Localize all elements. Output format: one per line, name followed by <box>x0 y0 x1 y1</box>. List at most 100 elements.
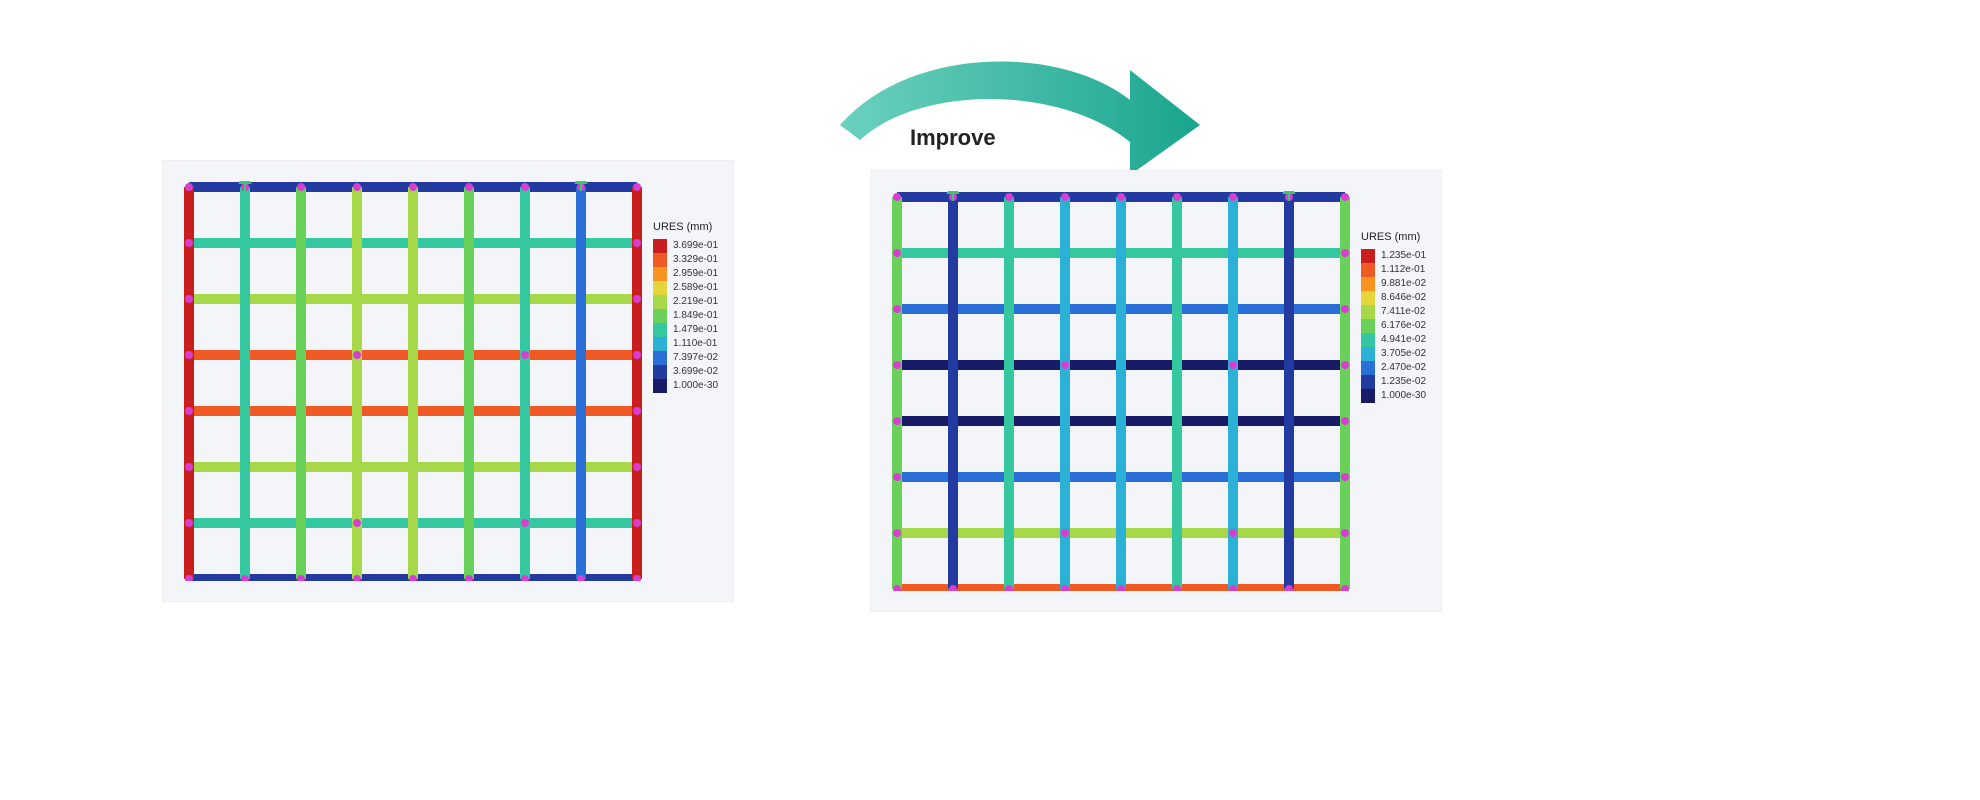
legend-row: 8.646e-02 <box>1361 291 1426 305</box>
legend-value: 3.699e-02 <box>673 365 718 379</box>
legend-swatch <box>653 351 667 365</box>
node-marker <box>185 463 193 471</box>
v-beam <box>1004 197 1014 589</box>
legend-swatch <box>1361 347 1375 361</box>
legend-value: 6.176e-02 <box>1381 319 1426 333</box>
legend-value: 1.000e-30 <box>673 379 718 393</box>
legend-value: 3.705e-02 <box>1381 347 1426 361</box>
panel-after: URES (mm) 1.235e-011.112e-019.881e-028.6… <box>870 170 1442 612</box>
legend-row: 1.479e-01 <box>653 323 718 337</box>
legend-before: URES (mm) 3.699e-013.329e-012.959e-012.5… <box>653 221 718 393</box>
legend-value: 1.112e-01 <box>1381 263 1425 277</box>
legend-swatch <box>653 337 667 351</box>
node-marker <box>1341 417 1349 425</box>
legend-swatch <box>1361 291 1375 305</box>
node-marker <box>353 519 361 527</box>
legend-swatch <box>653 267 667 281</box>
node-marker <box>893 417 901 425</box>
legend-row: 1.000e-30 <box>1361 389 1426 403</box>
node-marker <box>1341 473 1349 481</box>
node-marker <box>1173 193 1181 201</box>
legend-swatch <box>653 253 667 267</box>
node-marker <box>893 305 901 313</box>
legend-value: 8.646e-02 <box>1381 291 1426 305</box>
stage: Improve URES (mm) 3.699e-013.329e-012.95… <box>0 0 1980 800</box>
legend-value: 2.589e-01 <box>673 281 718 295</box>
v-beam <box>1284 197 1294 589</box>
node-marker <box>893 249 901 257</box>
legend-value: 9.881e-02 <box>1381 277 1426 291</box>
node-marker <box>185 407 193 415</box>
node-marker <box>893 529 901 537</box>
node-marker <box>1341 361 1349 369</box>
legend-swatch <box>653 379 667 393</box>
v-beam <box>948 197 958 589</box>
improve-arrow: Improve <box>820 30 1210 170</box>
node-marker <box>409 183 417 191</box>
legend-row: 1.000e-30 <box>653 379 718 393</box>
node-marker <box>893 361 901 369</box>
node-marker <box>893 473 901 481</box>
legend-swatch <box>1361 249 1375 263</box>
v-beam <box>464 187 474 579</box>
legend-row: 3.699e-01 <box>653 239 718 253</box>
v-beam <box>296 187 306 579</box>
node-marker <box>1005 193 1013 201</box>
legend-row: 3.699e-02 <box>653 365 718 379</box>
node-marker <box>353 183 361 191</box>
legend-row: 7.397e-02 <box>653 351 718 365</box>
legend-swatch <box>1361 389 1375 403</box>
legend-swatch <box>1361 375 1375 389</box>
node-marker <box>1341 193 1349 201</box>
node-marker <box>633 463 641 471</box>
legend-value: 1.235e-02 <box>1381 375 1426 389</box>
legend-value: 1.235e-01 <box>1381 249 1426 263</box>
legend-swatch <box>1361 263 1375 277</box>
node-marker <box>1117 193 1125 201</box>
node-marker <box>633 239 641 247</box>
fea-grid-before <box>183 181 643 581</box>
legend-swatch <box>653 239 667 253</box>
node-marker <box>521 519 529 527</box>
arrow-icon <box>820 30 1210 170</box>
legend-swatch <box>1361 361 1375 375</box>
node-marker <box>893 193 901 201</box>
legend-entries: 1.235e-011.112e-019.881e-028.646e-027.41… <box>1361 249 1426 403</box>
node-marker <box>633 295 641 303</box>
legend-swatch <box>653 281 667 295</box>
node-marker <box>521 351 529 359</box>
node-marker <box>521 183 529 191</box>
panel-before: URES (mm) 3.699e-013.329e-012.959e-012.5… <box>162 160 734 602</box>
legend-value: 4.941e-02 <box>1381 333 1426 347</box>
legend-row: 4.941e-02 <box>1361 333 1426 347</box>
legend-value: 1.000e-30 <box>1381 389 1426 403</box>
legend-value: 3.699e-01 <box>673 239 718 253</box>
node-marker <box>1061 529 1069 537</box>
node-marker <box>1229 361 1237 369</box>
legend-row: 6.176e-02 <box>1361 319 1426 333</box>
legend-swatch <box>653 323 667 337</box>
legend-after: URES (mm) 1.235e-011.112e-019.881e-028.6… <box>1361 231 1426 403</box>
legend-row: 3.329e-01 <box>653 253 718 267</box>
legend-value: 2.470e-02 <box>1381 361 1426 375</box>
v-beam <box>1172 197 1182 589</box>
legend-row: 2.219e-01 <box>653 295 718 309</box>
legend-row: 7.411e-02 <box>1361 305 1426 319</box>
node-marker <box>633 351 641 359</box>
legend-row: 9.881e-02 <box>1361 277 1426 291</box>
node-marker <box>633 183 641 191</box>
legend-value: 1.479e-01 <box>673 323 718 337</box>
node-marker <box>185 239 193 247</box>
legend-swatch <box>1361 333 1375 347</box>
legend-title: URES (mm) <box>1361 231 1420 243</box>
node-marker <box>1341 249 1349 257</box>
legend-value: 1.110e-01 <box>673 337 717 351</box>
node-marker <box>633 407 641 415</box>
legend-row: 1.235e-01 <box>1361 249 1426 263</box>
node-marker <box>1061 361 1069 369</box>
node-marker <box>353 351 361 359</box>
legend-row: 3.705e-02 <box>1361 347 1426 361</box>
legend-row: 2.959e-01 <box>653 267 718 281</box>
node-marker <box>185 351 193 359</box>
node-marker <box>1341 529 1349 537</box>
